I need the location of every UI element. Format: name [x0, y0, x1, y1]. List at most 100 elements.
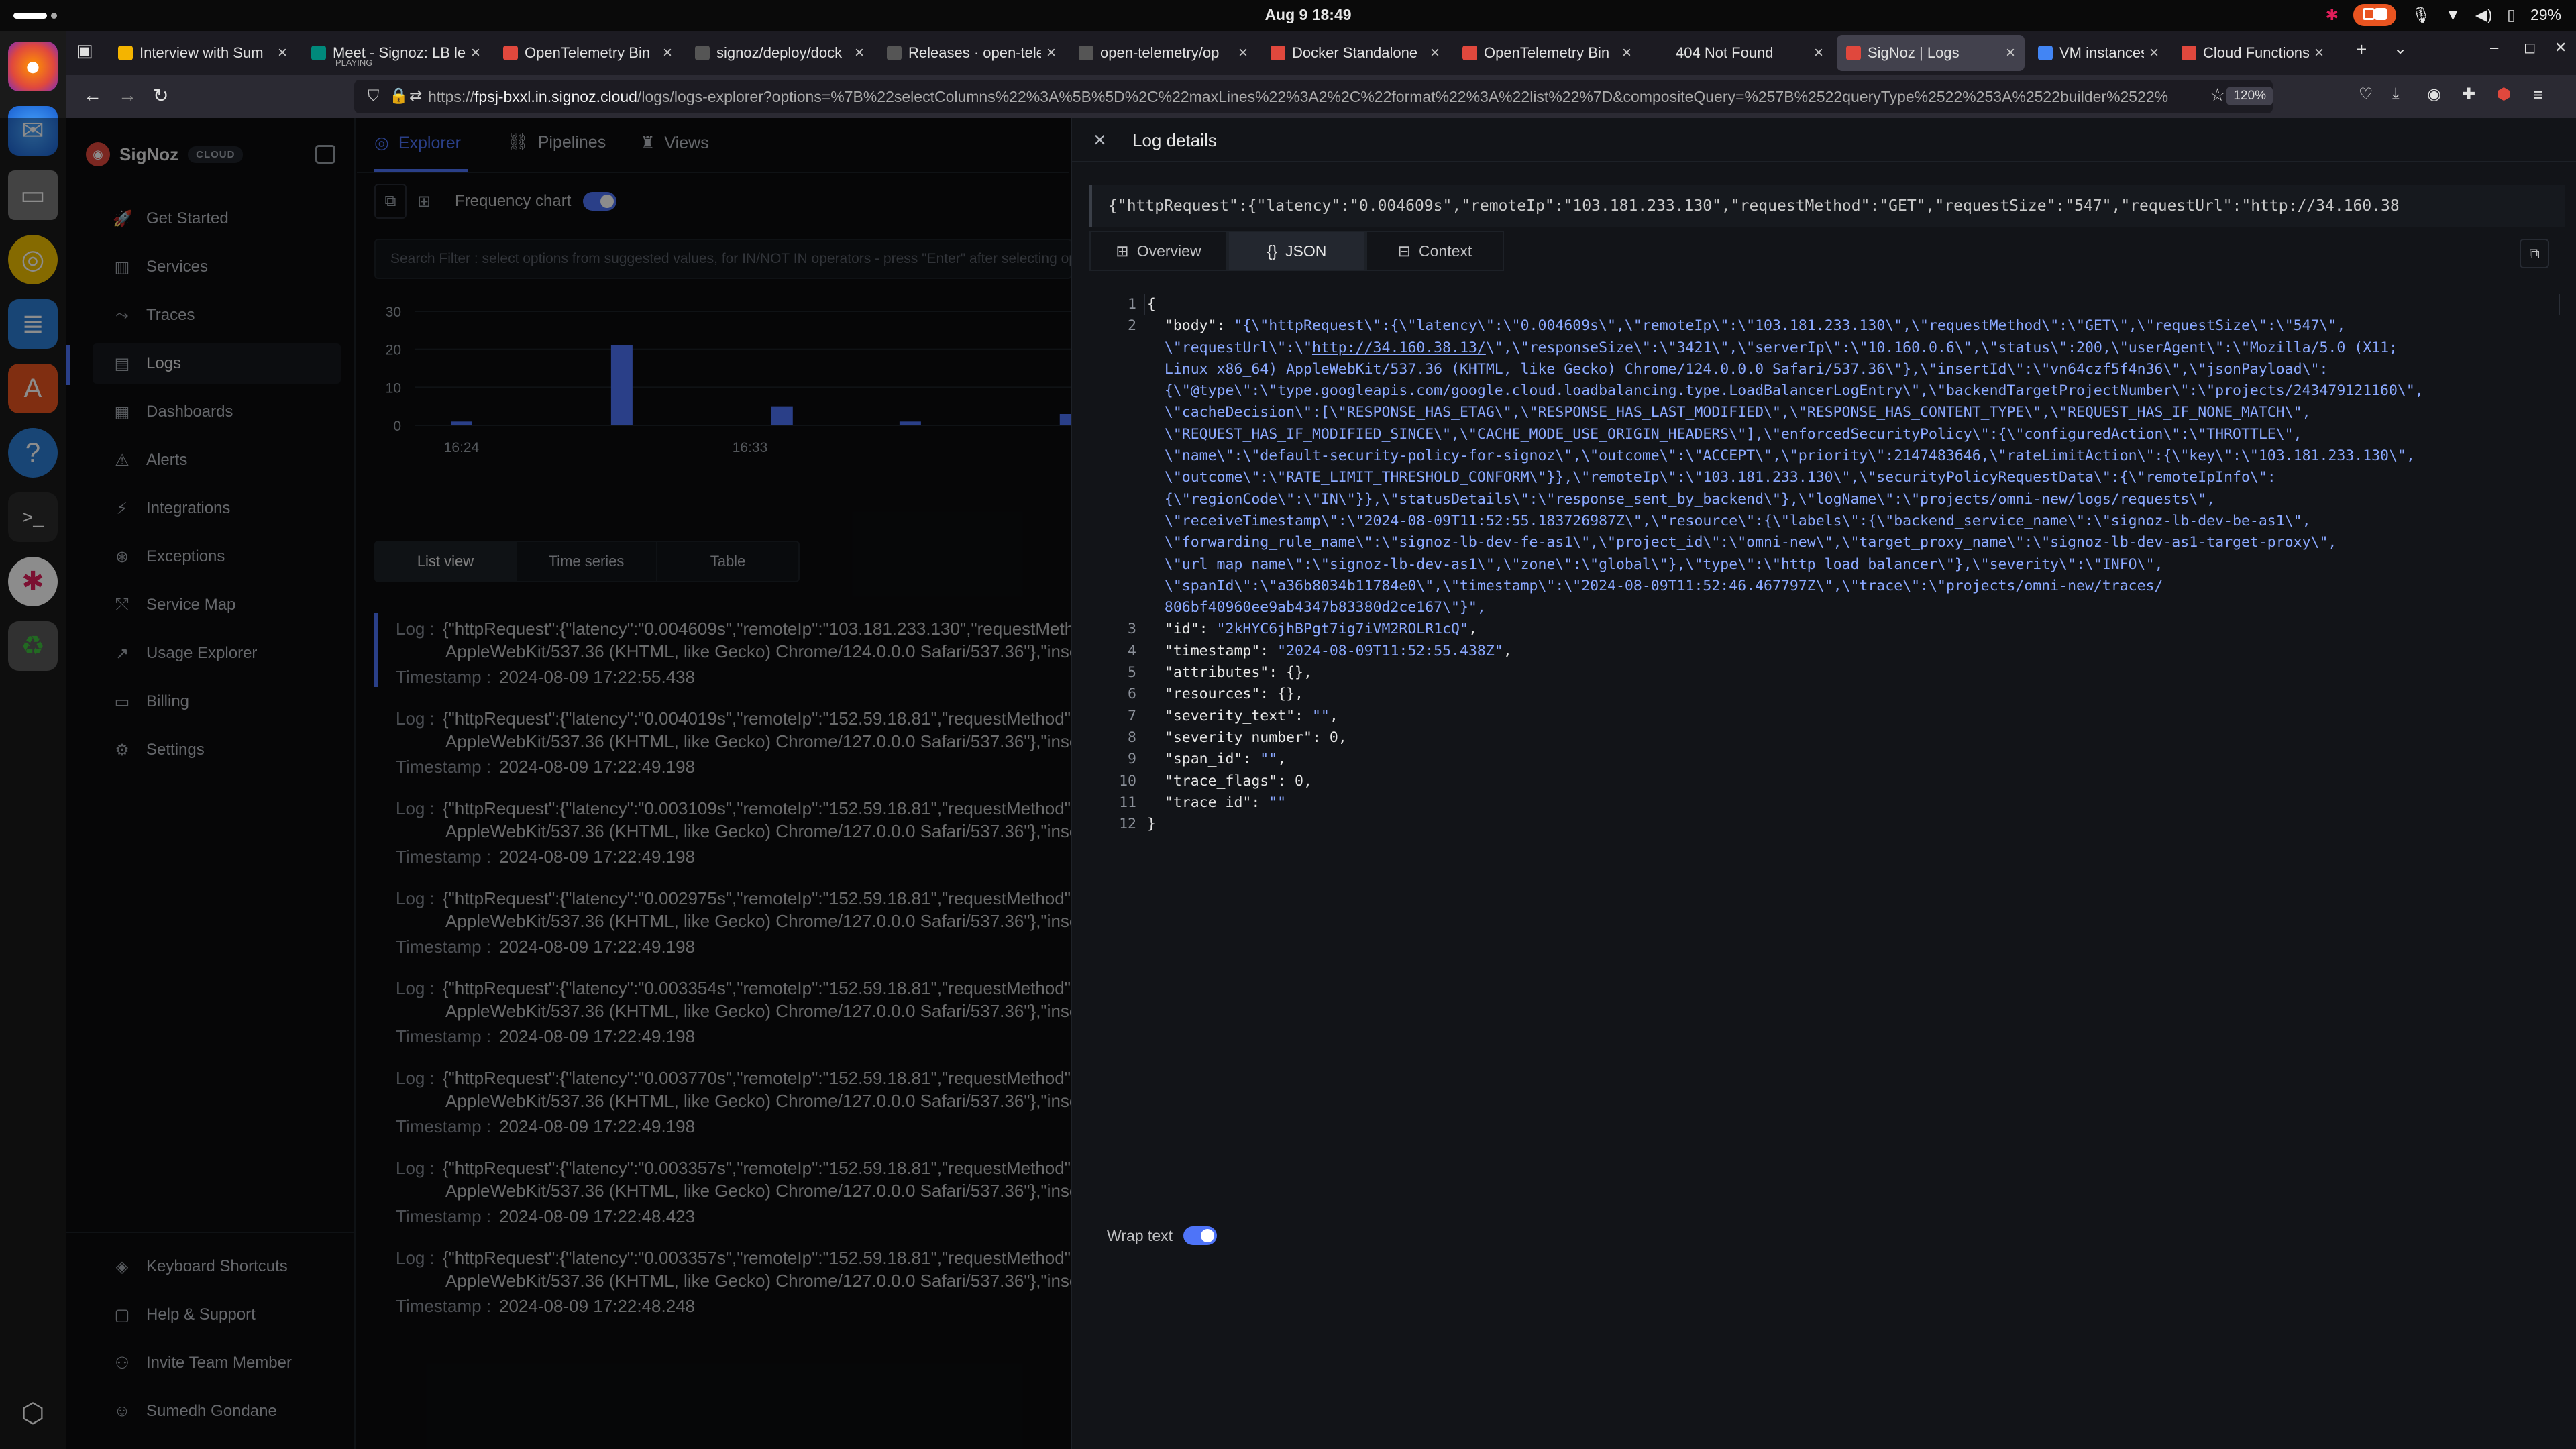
browser-tab[interactable]: open-telemetry/op ×	[1069, 35, 1257, 71]
chart-bar[interactable]	[899, 421, 921, 425]
window-maximize-icon[interactable]: ◻	[2524, 39, 2536, 56]
log-row[interactable]: Log : {"httpRequest":{"latency":"0.004609…	[374, 613, 1072, 703]
system-clock[interactable]: Aug 9 18:49	[1241, 6, 1375, 24]
log-row[interactable]: Log : {"httpRequest":{"latency":"0.003354…	[374, 973, 1072, 1063]
activities-indicator[interactable]	[13, 13, 47, 19]
chart-bar[interactable]	[451, 421, 472, 425]
slack-icon[interactable]: ✱	[8, 557, 58, 606]
view-tab-table[interactable]: Table	[657, 542, 798, 581]
downloads-icon[interactable]: ⤓	[2392, 85, 2400, 103]
lock-icon[interactable]: 🔒	[389, 87, 409, 105]
chart-bar[interactable]	[610, 345, 633, 425]
log-row[interactable]: Log : {"httpRequest":{"latency":"0.003770…	[374, 1063, 1072, 1152]
tab-close-icon[interactable]: ×	[2006, 44, 2015, 62]
query-builder-icon[interactable]: ⧉	[374, 184, 407, 219]
system-tray[interactable]: ✱ 🎙 ▼ ◀) ▯ 29%	[2326, 4, 2561, 26]
ublock-icon[interactable]: ⬢	[2497, 85, 2511, 104]
sidebar-item-billing[interactable]: ▭ Billing	[93, 682, 341, 722]
tab-close-icon[interactable]: ×	[471, 44, 480, 62]
permissions-icon[interactable]: ⇄	[409, 87, 422, 105]
sidebar-item-logs[interactable]: ▤ Logs	[93, 343, 341, 384]
frequency-chart-toggle[interactable]	[583, 192, 617, 211]
sidebar-item-dashboards[interactable]: ▦ Dashboards	[93, 392, 341, 432]
wrap-text-toggle[interactable]	[1183, 1226, 1217, 1245]
sidebar-item-exceptions[interactable]: ⊛ Exceptions	[93, 537, 341, 577]
tab-close-icon[interactable]: ×	[2149, 44, 2159, 62]
pocket-icon[interactable]: ♡	[2359, 85, 2373, 104]
tab-close-icon[interactable]: ×	[1430, 44, 1440, 62]
zoom-level[interactable]: 120%	[2226, 87, 2273, 105]
brand[interactable]: ◉ SigNoz CLOUD	[86, 142, 244, 166]
sidebar-item-get-started[interactable]: 🚀 Get Started	[93, 199, 341, 239]
sidebar-item-services[interactable]: ▥ Services	[93, 247, 341, 287]
browser-tab[interactable]: Releases · open-tele ×	[877, 35, 1065, 71]
browser-tab[interactable]: Interview with Sum ×	[109, 35, 297, 71]
browser-tab[interactable]: Cloud Functions Lo ×	[2172, 35, 2333, 71]
close-icon[interactable]: ×	[1093, 127, 1106, 152]
shield-icon[interactable]: ⛉	[368, 87, 379, 105]
sidebar-item-alerts[interactable]: ⚠ Alerts	[93, 440, 341, 480]
tab-json[interactable]: {} JSON	[1228, 231, 1366, 271]
browser-tab[interactable]: Docker Standalone ×	[1261, 35, 1449, 71]
code-view-icon[interactable]: ⊞	[408, 184, 440, 219]
back-icon[interactable]: ←	[83, 85, 102, 106]
copy-icon[interactable]: ⧉	[2520, 239, 2549, 268]
search-filter-input[interactable]: Search Filter : select options from sugg…	[374, 239, 1072, 279]
browser-tab[interactable]: Meet - Signoz: LB le PLAYING ×	[302, 35, 490, 71]
firefox-icon[interactable]: ●	[8, 42, 58, 91]
screen-record-indicator[interactable]	[2353, 4, 2396, 26]
terminal-icon[interactable]: >_	[8, 492, 58, 542]
thunderbird-icon[interactable]: ✉	[8, 106, 58, 156]
tab-close-icon[interactable]: ×	[1046, 44, 1056, 62]
address-bar[interactable]: ⛉ 🔒 ⇄ https://fpsj-bxxl.in.signoz.cloud /…	[354, 80, 2273, 113]
account-icon[interactable]: ◉	[2427, 85, 2441, 104]
sidebar-item-invite-team-member[interactable]: ⚇ Invite Team Member	[93, 1343, 341, 1383]
sidebar-item-sumedh-gondane[interactable]: ☺ Sumedh Gondane	[93, 1391, 341, 1432]
tab-close-icon[interactable]: ×	[1814, 44, 1823, 62]
menu-icon[interactable]: ≡	[2533, 85, 2543, 105]
sidebar-item-settings[interactable]: ⚙ Settings	[93, 730, 341, 770]
help-icon[interactable]: ?	[8, 428, 58, 478]
files-icon[interactable]: ▭	[8, 170, 58, 220]
tab-close-icon[interactable]: ×	[1238, 44, 1248, 62]
browser-tab[interactable]: VM instances – Con ×	[2029, 35, 2168, 71]
log-row[interactable]: Log : {"httpRequest":{"latency":"0.002975…	[374, 883, 1072, 973]
reload-icon[interactable]: ↻	[153, 85, 168, 107]
trash-icon[interactable]: ♻	[8, 621, 58, 671]
log-row[interactable]: Log : {"httpRequest":{"latency":"0.003109…	[374, 793, 1072, 883]
sidebar-item-help-support[interactable]: ▢ Help & Support	[93, 1295, 341, 1335]
tab-close-icon[interactable]: ×	[1622, 44, 1631, 62]
log-row[interactable]: Log : {"httpRequest":{"latency":"0.003357…	[374, 1242, 1072, 1332]
sidebar-item-keyboard-shortcuts[interactable]: ◈ Keyboard Shortcuts	[93, 1246, 341, 1287]
browser-tab[interactable]: OpenTelemetry Bin ×	[494, 35, 682, 71]
tab-close-icon[interactable]: ×	[278, 44, 287, 62]
tab-close-icon[interactable]: ×	[2314, 44, 2324, 62]
tab-list-icon[interactable]: ▣	[76, 40, 93, 61]
window-close-icon[interactable]: ✕	[2555, 39, 2567, 56]
log-row[interactable]: Log : {"httpRequest":{"latency":"0.003357…	[374, 1152, 1072, 1242]
json-code-editor[interactable]: 1{2 "body": "{\"httpRequest\":{\"latency…	[1089, 294, 2565, 1300]
tab-close-icon[interactable]: ×	[855, 44, 864, 62]
sidebar-item-service-map[interactable]: ⤲ Service Map	[93, 585, 341, 625]
tab-pipelines[interactable]: ⛓ Pipelines	[507, 133, 606, 152]
collapse-sidebar-icon[interactable]	[315, 145, 335, 164]
sidebar-item-integrations[interactable]: ⚡ Integrations	[93, 488, 341, 529]
sidebar-item-traces[interactable]: ⤳ Traces	[93, 295, 341, 335]
show-apps-icon[interactable]: ⬡	[8, 1389, 58, 1438]
tab-close-icon[interactable]: ×	[663, 44, 672, 62]
writer-icon[interactable]: ≣	[8, 299, 58, 349]
sidebar-item-usage-explorer[interactable]: ↗ Usage Explorer	[93, 633, 341, 674]
new-tab-button[interactable]: +	[2356, 39, 2367, 60]
browser-tab[interactable]: signoz/deploy/dock ×	[686, 35, 873, 71]
browser-tab[interactable]: OpenTelemetry Bin ×	[1453, 35, 1641, 71]
tab-context[interactable]: ⊟ Context	[1366, 231, 1504, 271]
window-minimize-icon[interactable]: –	[2490, 39, 2498, 56]
rhythmbox-icon[interactable]: ◎	[8, 235, 58, 284]
log-row[interactable]: Log : {"httpRequest":{"latency":"0.004019…	[374, 703, 1072, 793]
tab-overflow-icon[interactable]: ⌄	[2394, 39, 2407, 58]
tab-overview[interactable]: ⊞ Overview	[1089, 231, 1228, 271]
slack-tray-icon[interactable]: ✱	[2326, 6, 2339, 24]
extensions-icon[interactable]: ✚	[2462, 85, 2475, 104]
view-tab-time-series[interactable]: Time series	[517, 542, 657, 581]
tab-views[interactable]: ♜ Views	[640, 133, 709, 153]
